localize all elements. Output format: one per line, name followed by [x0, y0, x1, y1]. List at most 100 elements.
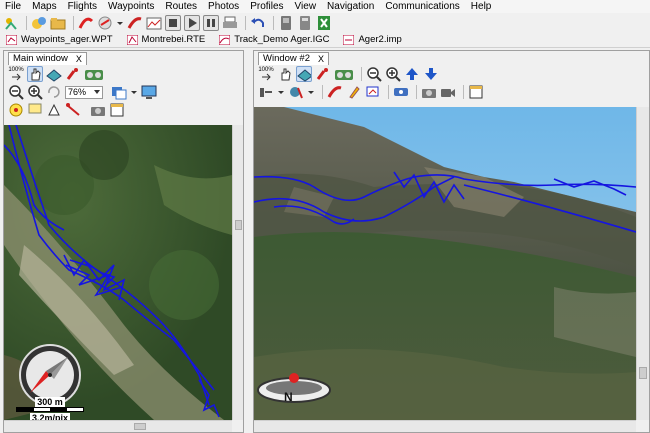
menu-navigation[interactable]: Navigation	[327, 0, 374, 13]
menu-communications[interactable]: Communications	[385, 0, 459, 13]
rotate-icon[interactable]	[46, 84, 62, 100]
fly-through-icon[interactable]	[393, 84, 409, 100]
toolbar-separator	[73, 15, 74, 30]
arrow-down-icon[interactable]	[423, 66, 439, 82]
track-file-icon	[219, 34, 231, 45]
main-window-pane: Main window X 100% 76% 300 m 3.2m/pix	[3, 50, 244, 433]
zoom-in-icon[interactable]	[385, 66, 401, 82]
toolbar-separator	[322, 85, 323, 99]
scrollbar-thumb[interactable]	[134, 423, 146, 430]
menu-photos[interactable]: Photos	[208, 0, 239, 13]
toolbar-separator	[463, 85, 464, 99]
main-window-tab[interactable]: Main window X	[8, 51, 87, 65]
zoom-fit-button[interactable]: 100%	[258, 66, 274, 82]
scale-distance: 300 m	[35, 397, 65, 407]
toolbar-separator	[273, 15, 274, 30]
menu-view[interactable]: View	[295, 0, 317, 13]
camera-icon[interactable]	[90, 102, 106, 118]
zoom-out-icon[interactable]	[8, 84, 24, 100]
file-tab-label: Waypoints_ager.WPT	[21, 34, 113, 45]
menu-waypoints[interactable]: Waypoints	[108, 0, 154, 13]
track-tool-icon[interactable]	[65, 66, 81, 82]
open-folder-icon[interactable]	[50, 15, 66, 31]
menu-maps[interactable]: Maps	[32, 0, 56, 13]
file-tab[interactable]: Ager2.imp	[343, 34, 402, 45]
arrow-up-icon[interactable]	[404, 66, 420, 82]
map-file-icon	[343, 34, 355, 45]
undo-icon[interactable]	[250, 15, 266, 31]
main-window-titlebar: Main window X	[4, 51, 243, 65]
compass-dial-icon	[257, 373, 331, 403]
track-tool-icon[interactable]	[315, 66, 331, 82]
video-camera-icon[interactable]	[440, 84, 456, 100]
excel-export-icon[interactable]	[316, 15, 332, 31]
window-2-titlebar: Window #2 X	[254, 51, 649, 65]
map-layers-icon[interactable]	[334, 66, 354, 82]
track-animate-icon[interactable]	[127, 15, 143, 31]
gps-unit-icon[interactable]	[278, 15, 294, 31]
3d-view-icon[interactable]	[46, 66, 62, 82]
annotation-icon[interactable]	[27, 102, 43, 118]
waypoint-edit-icon[interactable]	[46, 102, 62, 118]
vertical-scrollbar[interactable]	[232, 125, 243, 420]
photo-marker-icon[interactable]	[365, 84, 381, 100]
route-file-icon	[126, 34, 138, 45]
menu-routes[interactable]: Routes	[165, 0, 197, 13]
chevron-down-icon	[94, 90, 100, 94]
menu-flights[interactable]: Flights	[68, 0, 97, 13]
pencil-icon[interactable]	[346, 84, 362, 100]
gps-position-icon[interactable]	[8, 102, 24, 118]
file-tab[interactable]: Track_Demo Ager.IGC	[219, 34, 329, 45]
horizontal-scrollbar[interactable]	[254, 420, 636, 432]
calculator-icon[interactable]	[297, 15, 313, 31]
vertical-scrollbar[interactable]	[636, 107, 649, 420]
stop-icon[interactable]	[165, 14, 181, 31]
close-icon[interactable]: X	[318, 53, 324, 65]
main-window-title: Main window	[13, 52, 68, 64]
main-window-toolbar-3	[4, 101, 243, 119]
window-icon[interactable]	[109, 102, 125, 118]
track-record-icon[interactable]	[78, 15, 94, 31]
menu-profiles[interactable]: Profiles	[250, 0, 283, 13]
3d-view-icon[interactable]	[296, 66, 312, 82]
zoom-in-icon[interactable]	[27, 84, 43, 100]
hand-pan-icon[interactable]	[277, 66, 293, 82]
pause-icon[interactable]	[203, 14, 219, 31]
chevron-down-icon[interactable]	[130, 84, 138, 100]
zoom-out-icon[interactable]	[366, 66, 382, 82]
zoom-level-select[interactable]: 76%	[65, 85, 103, 99]
file-tab[interactable]: Waypoints_ager.WPT	[6, 34, 113, 45]
scrollbar-thumb[interactable]	[639, 367, 647, 379]
file-tab[interactable]: Montrebei.RTE	[126, 34, 205, 45]
hand-pan-icon[interactable]	[27, 66, 43, 82]
satellite-map-view[interactable]	[4, 125, 232, 420]
terrain-icon[interactable]	[288, 84, 304, 100]
screen-capture-icon[interactable]	[141, 84, 157, 100]
chevron-down-icon[interactable]	[307, 84, 315, 100]
route-tool-icon[interactable]	[65, 102, 81, 118]
play-icon[interactable]	[184, 14, 200, 31]
3d-terrain-view[interactable]: N	[254, 107, 636, 420]
open-waypoints-icon[interactable]	[31, 15, 47, 31]
chevron-down-icon[interactable]	[116, 15, 124, 31]
gps-device-icon[interactable]	[3, 15, 19, 31]
window-2-tab[interactable]: Window #2 X	[258, 51, 330, 65]
chevron-down-icon[interactable]	[277, 84, 285, 100]
copy-view-icon[interactable]	[111, 84, 127, 100]
flight-profile-icon[interactable]	[146, 15, 162, 31]
zoom-fit-button[interactable]: 100%	[8, 66, 24, 82]
scrollbar-thumb[interactable]	[235, 220, 242, 230]
menu-help[interactable]: Help	[471, 0, 492, 13]
camera-icon[interactable]	[421, 84, 437, 100]
menu-file[interactable]: File	[5, 0, 21, 13]
open-files-bar: Waypoints_ager.WPT Montrebei.RTE Track_D…	[0, 32, 650, 48]
print-icon[interactable]	[222, 15, 238, 31]
window-icon[interactable]	[468, 84, 484, 100]
close-icon[interactable]: X	[76, 53, 82, 65]
horizontal-scrollbar[interactable]	[4, 420, 232, 432]
track-3d-icon[interactable]	[327, 84, 343, 100]
map-layers-icon[interactable]	[84, 66, 104, 82]
toolbar-separator	[26, 15, 27, 30]
track-edit-icon[interactable]	[97, 15, 113, 31]
pitch-icon[interactable]	[258, 84, 274, 100]
